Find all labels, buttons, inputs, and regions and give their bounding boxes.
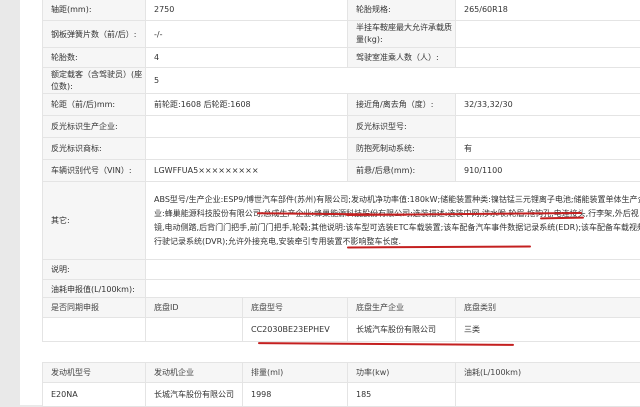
- label-cell: 反光标识生产企业:: [43, 116, 146, 138]
- value-cell: [456, 116, 640, 138]
- column-header: 底盘ID: [146, 298, 243, 318]
- label-cell: 轮距（前/后)mm:: [43, 94, 146, 116]
- label-cell: 反光标识商标:: [43, 138, 146, 160]
- table-cell: E20NA: [43, 383, 146, 407]
- label-cell: 反光标识型号:: [348, 116, 456, 138]
- label-cell: 车辆识别代号（VIN）:: [43, 160, 146, 182]
- label-cell: 说明:: [43, 260, 146, 280]
- label-cell: 轴距(mm):: [43, 0, 146, 21]
- value-cell: [146, 260, 640, 280]
- value-cell: 910/1100: [456, 160, 640, 182]
- table-row: 说明:: [43, 260, 640, 280]
- table-row: 反光标识生产企业: 反光标识型号:: [43, 116, 640, 138]
- table-row: E20NA 长城汽车股份有限公司 1998 185: [43, 383, 640, 407]
- label-cell: 轮胎数:: [43, 48, 146, 68]
- chassis-table: 是否同期申报 底盘ID 底盘型号 底盘生产企业 底盘类别 CC2030BE23E…: [42, 297, 640, 342]
- table-row: 轴距(mm): 2750 轮胎规格: 265/60R18: [43, 0, 640, 21]
- value-cell: 2750: [146, 0, 348, 21]
- value-cell: -/-: [146, 21, 348, 48]
- label-cell: 轮胎规格:: [348, 0, 456, 21]
- value-cell: 265/60R18: [456, 0, 640, 21]
- column-header: 发动机型号: [43, 363, 146, 383]
- column-header: 底盘生产企业: [348, 298, 456, 318]
- parameter-table: 轴距(mm): 2750 轮胎规格: 265/60R18 钢板弹簧片数（前/后）…: [42, 0, 640, 300]
- spec-sheet: 轴距(mm): 2750 轮胎规格: 265/60R18 钢板弹簧片数（前/后）…: [20, 0, 640, 405]
- table-cell: CC2030BE23EPHEV: [243, 318, 348, 342]
- table-row: 钢板弹簧片数（前/后）: -/- 半挂车鞍座最大允许承载质量(kg):: [43, 21, 640, 48]
- value-cell: [146, 138, 348, 160]
- table-header-row: 发动机型号 发动机企业 排量(ml) 功率(kw) 油耗(L/100km): [43, 363, 640, 383]
- value-cell: [146, 116, 348, 138]
- value-cell: 5: [146, 68, 640, 94]
- column-header: 发动机企业: [146, 363, 243, 383]
- table-row: 轮胎数: 4 驾驶室准乘人数（人）:: [43, 48, 640, 68]
- label-cell: 半挂车鞍座最大允许承载质量(kg):: [348, 21, 456, 48]
- table-cell: [146, 318, 243, 342]
- column-header: 排量(ml): [243, 363, 348, 383]
- table-cell: [456, 383, 640, 407]
- table-row: 额定载客（含驾驶员）(座位数): 5: [43, 68, 640, 94]
- other-info-text: ABS型号/生产企业:ESP9/博世汽车部件(苏州)有限公司;发动机净功率值:1…: [154, 191, 640, 251]
- value-cell: 32/33,32/30: [456, 94, 640, 116]
- label-cell: 驾驶室准乘人数（人）:: [348, 48, 456, 68]
- label-cell: 防抱死制动系统:: [348, 138, 456, 160]
- table-row: CC2030BE23EPHEV 长城汽车股份有限公司 三类: [43, 318, 640, 342]
- table-cell: 185: [348, 383, 456, 407]
- table-row: 车辆识别代号（VIN）: LGWFFUA5××××××××× 前悬/后悬(mm)…: [43, 160, 640, 182]
- label-cell: 钢板弹簧片数（前/后）:: [43, 21, 146, 48]
- value-cell: 前轮距:1608 后轮距:1608: [146, 94, 348, 116]
- table-cell: 长城汽车股份有限公司: [348, 318, 456, 342]
- value-cell: [456, 21, 640, 48]
- other-info-cell: ABS型号/生产企业:ESP9/博世汽车部件(苏州)有限公司;发动机净功率值:1…: [146, 182, 640, 260]
- label-cell: 额定载客（含驾驶员）(座位数):: [43, 68, 146, 94]
- table-cell: [43, 318, 146, 342]
- column-header: 底盘型号: [243, 298, 348, 318]
- table-header-row: 是否同期申报 底盘ID 底盘型号 底盘生产企业 底盘类别: [43, 298, 640, 318]
- table-row: 轮距（前/后)mm: 前轮距:1608 后轮距:1608 接近角/离去角（度）:…: [43, 94, 640, 116]
- value-cell: 4: [146, 48, 348, 68]
- table-cell: 1998: [243, 383, 348, 407]
- value-cell: [456, 48, 640, 68]
- label-cell: 接近角/离去角（度）:: [348, 94, 456, 116]
- table-cell: 三类: [456, 318, 640, 342]
- value-cell: 有: [456, 138, 640, 160]
- column-header: 油耗(L/100km): [456, 363, 640, 383]
- table-row: 反光标识商标: 防抱死制动系统: 有: [43, 138, 640, 160]
- column-header: 底盘类别: [456, 298, 640, 318]
- column-header: 是否同期申报: [43, 298, 146, 318]
- label-cell: 前悬/后悬(mm):: [348, 160, 456, 182]
- engine-table: 发动机型号 发动机企业 排量(ml) 功率(kw) 油耗(L/100km) E2…: [42, 362, 640, 407]
- label-cell: 其它:: [43, 182, 146, 260]
- table-cell: 长城汽车股份有限公司: [146, 383, 243, 407]
- table-row: 其它: ABS型号/生产企业:ESP9/博世汽车部件(苏州)有限公司;发动机净功…: [43, 182, 640, 260]
- column-header: 功率(kw): [348, 363, 456, 383]
- value-cell: LGWFFUA5×××××××××: [146, 160, 348, 182]
